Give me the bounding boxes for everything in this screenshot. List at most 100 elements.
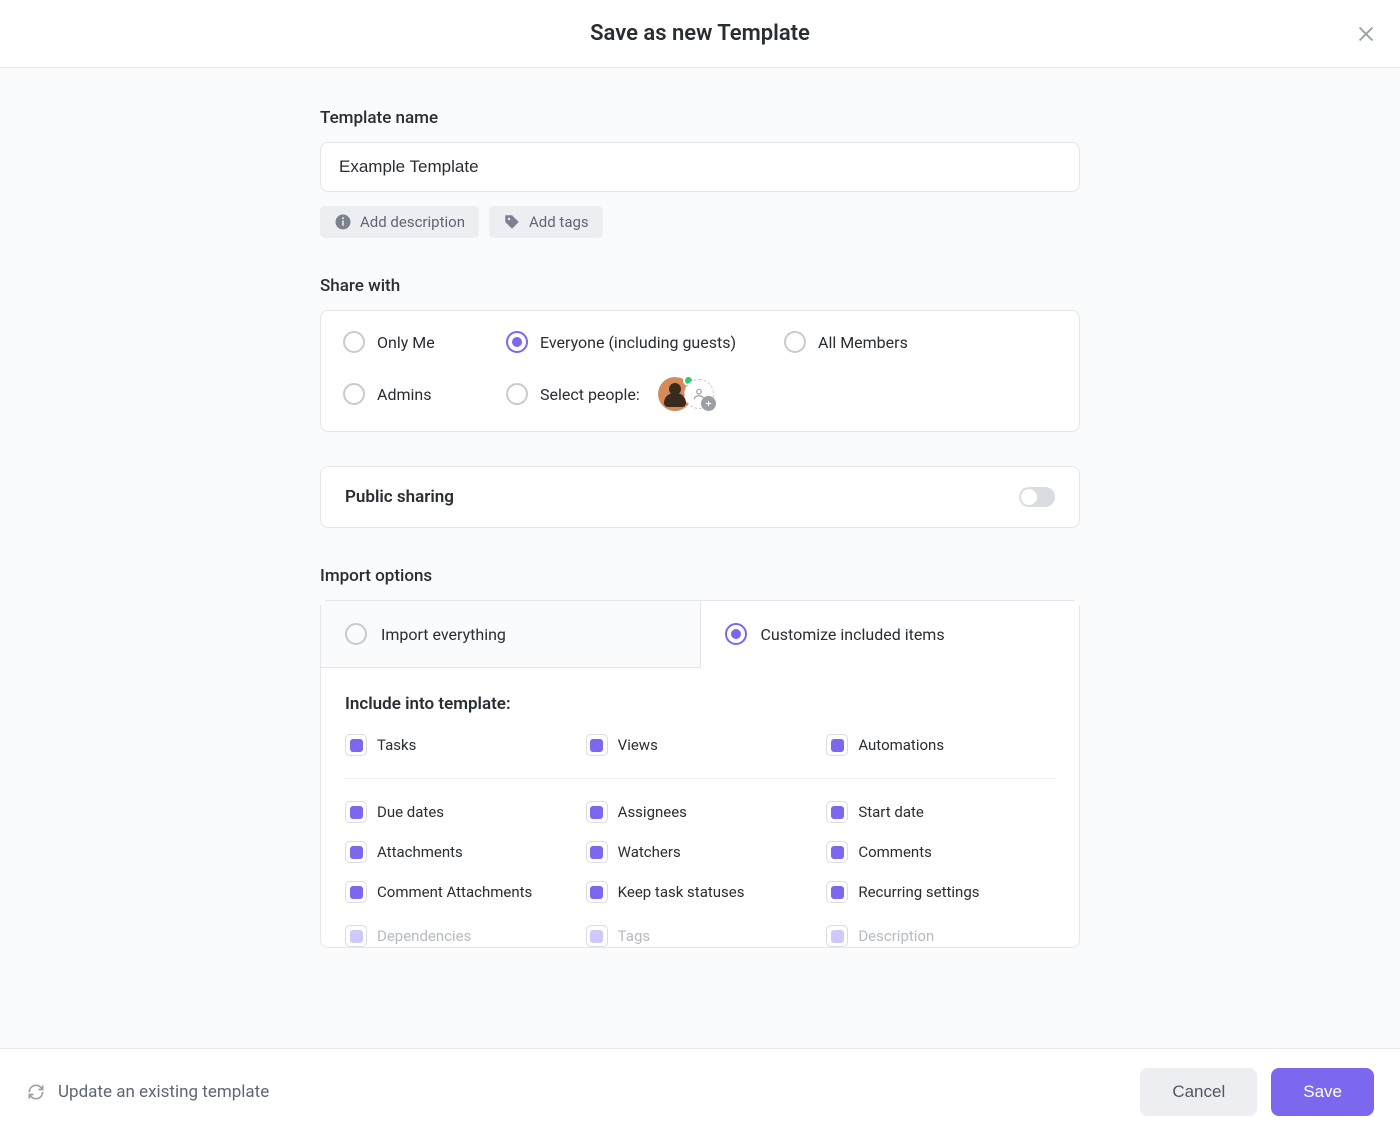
share-everyone[interactable]: Everyone (including guests) [506, 331, 776, 353]
radio-icon [343, 383, 365, 405]
include-checkbox-due_dates[interactable]: Due dates [345, 801, 574, 823]
public-sharing-card: Public sharing [320, 466, 1080, 528]
include-checkbox-label: Recurring settings [858, 883, 979, 901]
refresh-icon [26, 1082, 46, 1102]
share-only-me[interactable]: Only Me [343, 331, 498, 353]
include-checkbox-label: Attachments [377, 843, 463, 861]
include-checkbox-dependencies[interactable]: Dependencies [345, 925, 574, 947]
modal-title: Save as new Template [590, 21, 810, 46]
add-tags-button[interactable]: Add tags [489, 206, 603, 238]
save-button[interactable]: Save [1271, 1068, 1374, 1116]
radio-icon [506, 383, 528, 405]
include-checkbox-comment_attachments[interactable]: Comment Attachments [345, 881, 574, 903]
checkbox-icon [826, 841, 848, 863]
add-description-label: Add description [360, 213, 465, 231]
checkbox-icon [345, 801, 367, 823]
customize-items-tab[interactable]: Customize included items [701, 601, 1080, 668]
checkbox-icon [826, 801, 848, 823]
include-checkbox-recurring_settings[interactable]: Recurring settings [826, 881, 1055, 903]
save-template-modal: Save as new Template Template name Add d… [0, 0, 1400, 1134]
radio-icon [345, 623, 367, 645]
include-checkbox-attachments[interactable]: Attachments [345, 841, 574, 863]
share-select-people-label: Select people: [540, 385, 640, 404]
add-tags-label: Add tags [529, 213, 589, 231]
import-options-label: Import options [320, 566, 1080, 586]
modal-header: Save as new Template [0, 0, 1400, 68]
radio-icon [506, 331, 528, 353]
include-checkbox-label: Start date [858, 803, 924, 821]
include-checkbox-label: Description [858, 927, 934, 945]
tag-icon [503, 213, 521, 231]
include-items-grid: Due dates Assignees Start date Attachments W… [345, 801, 1055, 925]
customize-items-label: Customize included items [761, 625, 945, 644]
add-description-button[interactable]: Add description [320, 206, 479, 238]
checkbox-icon [345, 881, 367, 903]
checkbox-icon [345, 925, 367, 947]
include-checkbox-label: Assignees [618, 803, 687, 821]
include-checkbox-tags[interactable]: Tags [586, 925, 815, 947]
import-everything-tab[interactable]: Import everything [321, 601, 701, 668]
import-everything-label: Import everything [381, 625, 506, 644]
radio-icon [343, 331, 365, 353]
include-checkbox-description[interactable]: Description [826, 925, 1055, 947]
share-with-label: Share with [320, 276, 1080, 296]
include-checkbox-label: Comments [858, 843, 932, 861]
checkbox-icon [345, 734, 367, 756]
checkbox-icon [826, 734, 848, 756]
toggle-knob-icon [1021, 489, 1037, 505]
include-checkbox-label: Tasks [377, 736, 416, 754]
include-checkbox-label: Automations [858, 736, 944, 754]
cancel-button[interactable]: Cancel [1140, 1068, 1257, 1116]
include-dim-row: Dependencies Tags Description [345, 925, 1055, 947]
close-icon [1355, 23, 1377, 45]
checkbox-icon [586, 925, 608, 947]
close-button[interactable] [1352, 20, 1380, 48]
modal-body: Template name Add description Add tags S… [0, 68, 1400, 1134]
checkbox-icon [826, 925, 848, 947]
modal-footer: Update an existing template Cancel Save [0, 1048, 1400, 1134]
include-checkbox-label: Dependencies [377, 927, 471, 945]
checkbox-icon [586, 841, 608, 863]
public-sharing-label: Public sharing [345, 487, 454, 507]
share-everyone-label: Everyone (including guests) [540, 333, 736, 352]
include-checkbox-label: Comment Attachments [377, 883, 532, 901]
include-checkbox-comments[interactable]: Comments [826, 841, 1055, 863]
include-checkbox-views[interactable]: Views [586, 734, 815, 756]
share-all-members[interactable]: All Members [784, 331, 1057, 353]
import-options-card: Import everything Customize included ite… [320, 600, 1080, 948]
include-checkbox-automations[interactable]: Automations [826, 734, 1055, 756]
info-icon [334, 213, 352, 231]
include-checkbox-label: Due dates [377, 803, 444, 821]
update-existing-label: Update an existing template [58, 1082, 269, 1102]
checkbox-icon [345, 841, 367, 863]
template-name-input[interactable] [320, 142, 1080, 192]
include-checkbox-tasks[interactable]: Tasks [345, 734, 574, 756]
update-existing-template-button[interactable]: Update an existing template [26, 1082, 269, 1102]
include-checkbox-assignees[interactable]: Assignees [586, 801, 815, 823]
add-person-button[interactable] [684, 379, 714, 409]
plus-badge-icon [701, 396, 716, 411]
checkbox-icon [586, 801, 608, 823]
include-checkbox-label: Keep task statuses [618, 883, 745, 901]
share-admins[interactable]: Admins [343, 383, 498, 405]
include-checkbox-label: Watchers [618, 843, 681, 861]
radio-icon [725, 623, 747, 645]
share-admins-label: Admins [377, 385, 431, 404]
share-all-members-label: All Members [818, 333, 908, 352]
share-only-me-label: Only Me [377, 333, 435, 352]
checkbox-icon [586, 881, 608, 903]
public-sharing-toggle[interactable] [1019, 487, 1055, 507]
include-checkbox-keep_task_statuses[interactable]: Keep task statuses [586, 881, 815, 903]
include-title: Include into template: [345, 694, 1055, 714]
include-checkbox-label: Tags [618, 927, 650, 945]
template-name-label: Template name [320, 108, 1080, 128]
include-checkbox-watchers[interactable]: Watchers [586, 841, 815, 863]
selected-people [658, 377, 714, 411]
checkbox-icon [826, 881, 848, 903]
share-with-card: Only Me Everyone (including guests) All … [320, 310, 1080, 432]
checkbox-icon [586, 734, 608, 756]
include-top-row: Tasks Views Automations [345, 734, 1055, 779]
include-checkbox-start_date[interactable]: Start date [826, 801, 1055, 823]
share-select-people[interactable]: Select people: [506, 383, 640, 405]
radio-icon [784, 331, 806, 353]
